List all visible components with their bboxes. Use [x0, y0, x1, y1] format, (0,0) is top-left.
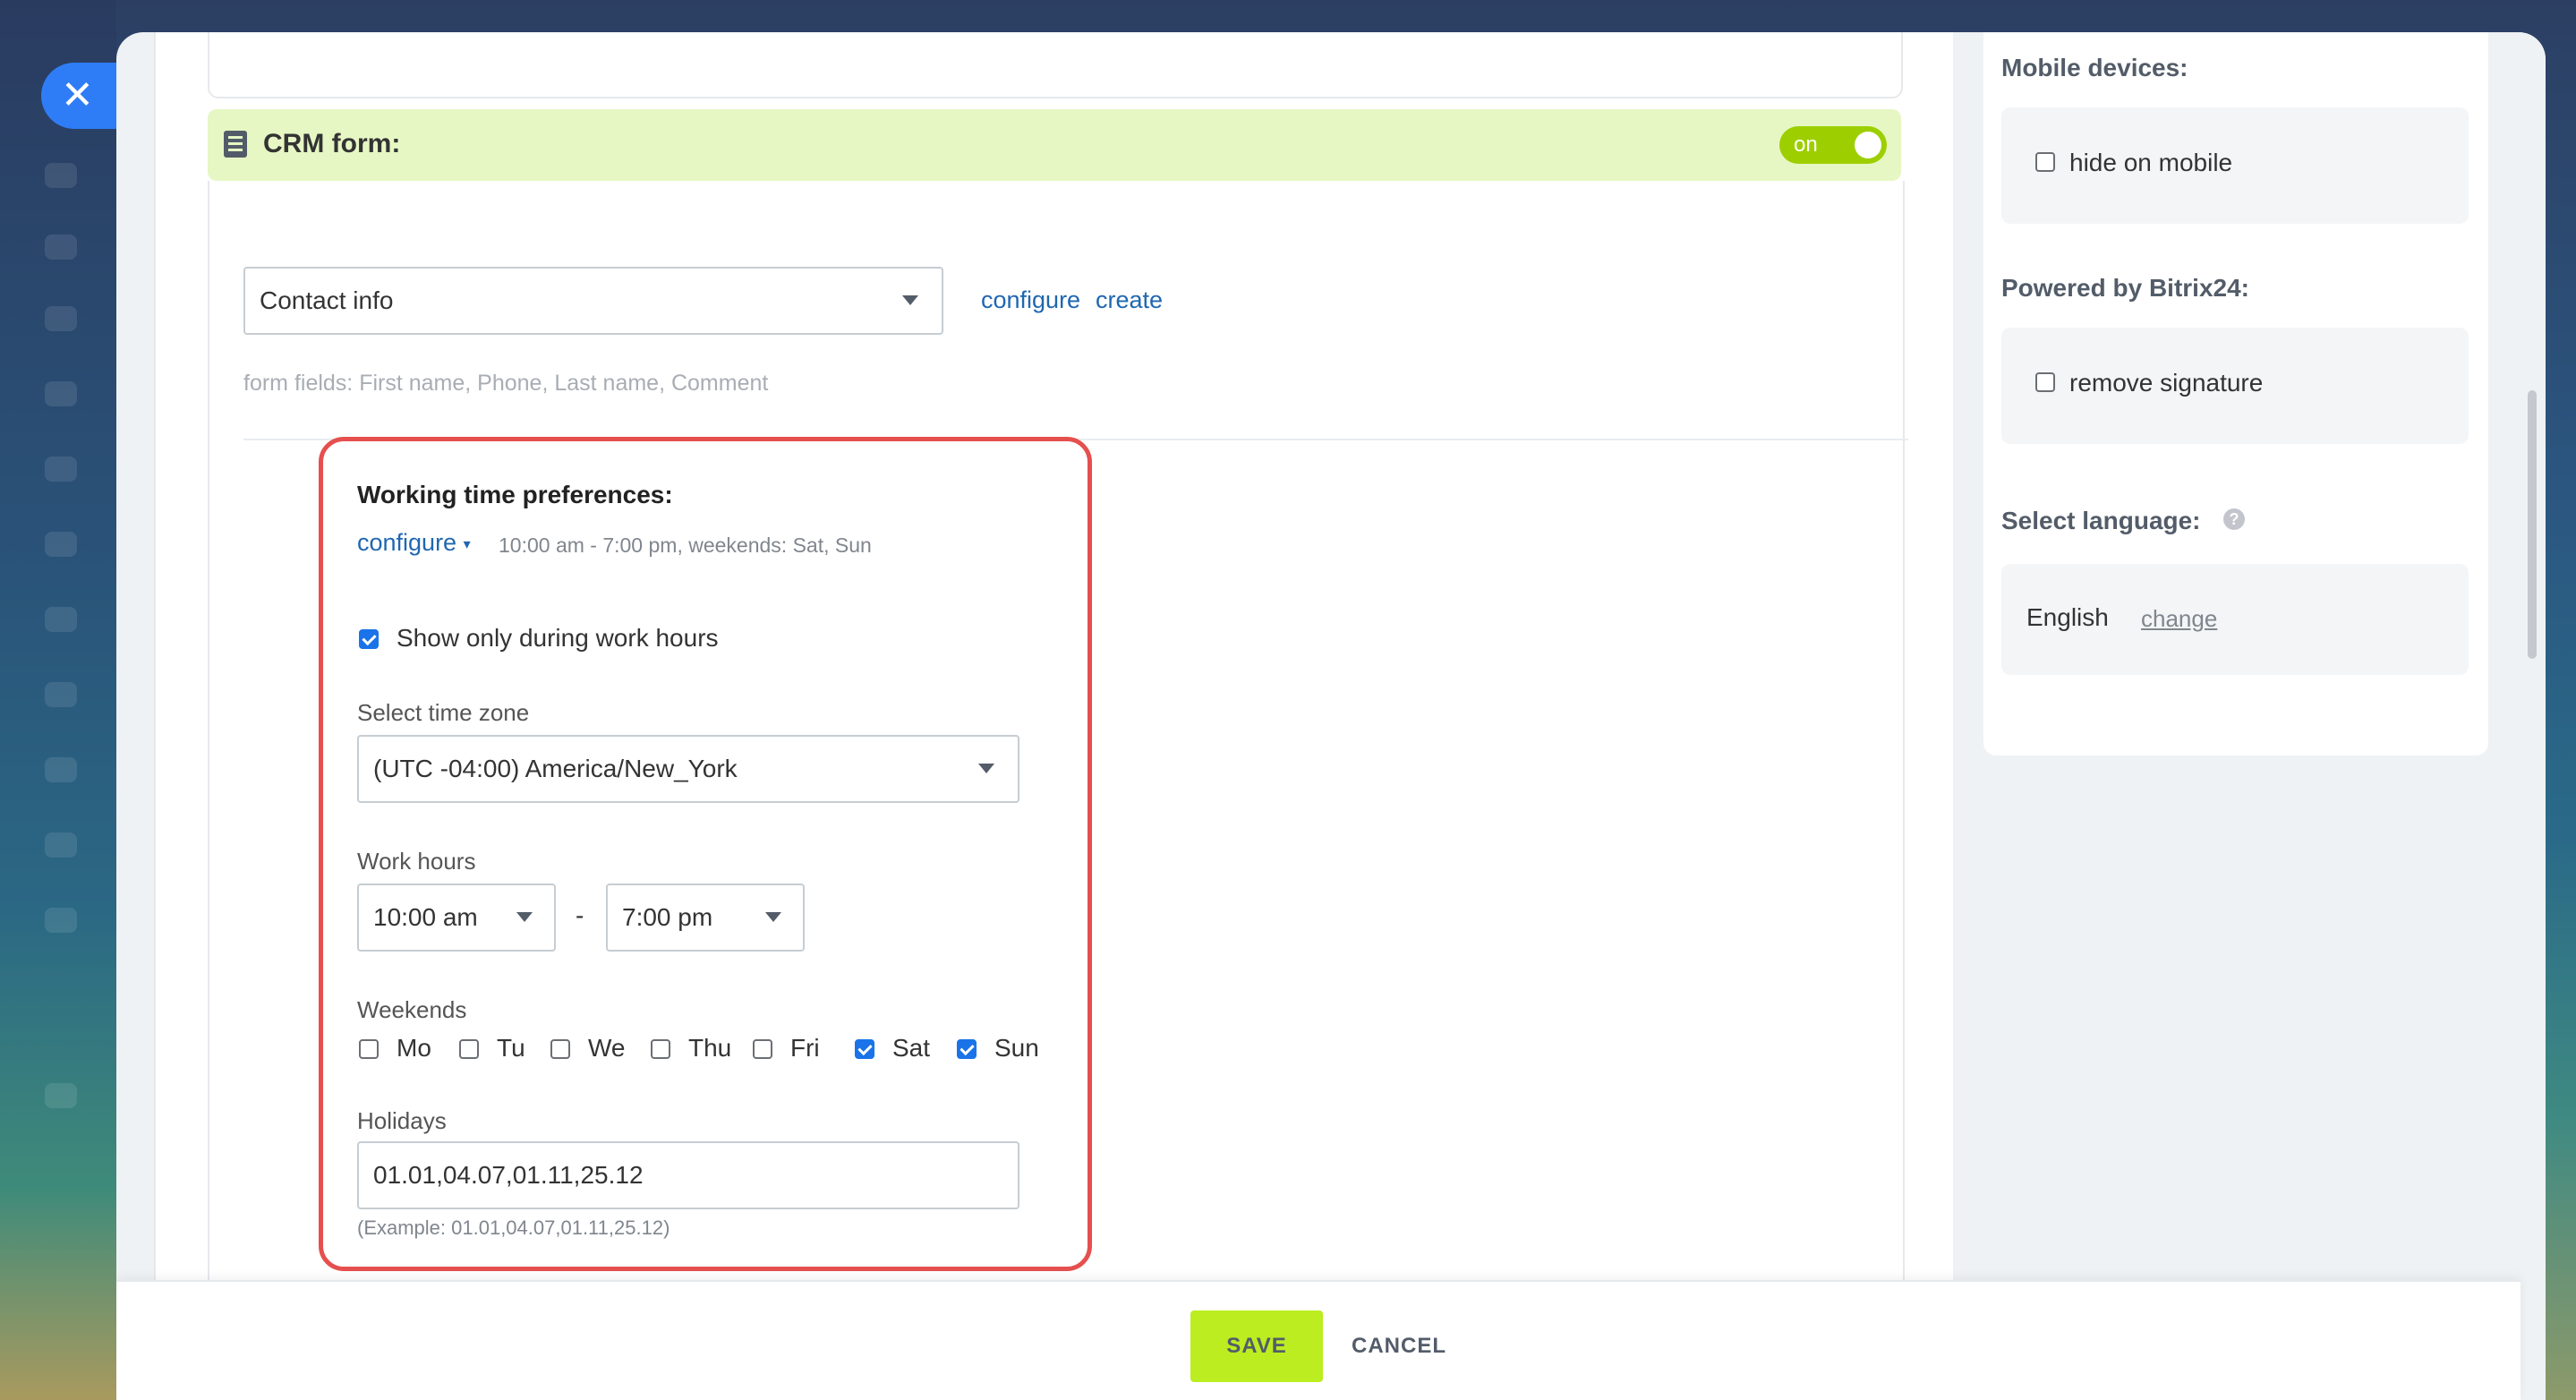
- work-hours-to-value: 7:00 pm: [622, 903, 713, 931]
- previous-section-card: [208, 32, 1903, 98]
- form-icon: [224, 131, 247, 158]
- chevron-down-icon: [902, 295, 918, 305]
- background-left-menu: [0, 0, 116, 1400]
- crm-create-link[interactable]: create: [1096, 286, 1163, 314]
- hide-on-mobile-label: hide on mobile: [2069, 149, 2233, 176]
- cancel-button[interactable]: CANCEL: [1352, 1310, 1446, 1382]
- work-hours-to-select[interactable]: 7:00 pm: [606, 884, 805, 952]
- working-time-configure-label: configure: [357, 529, 457, 556]
- help-icon[interactable]: ?: [2223, 508, 2245, 530]
- holidays-example: (Example: 01.01,04.07,01.11,25.12): [357, 1216, 670, 1239]
- menu-item-icon[interactable]: [45, 235, 77, 260]
- weekend-day-checkbox-tu[interactable]: [459, 1039, 479, 1059]
- footer-bar: SAVE CANCEL: [116, 1280, 2521, 1400]
- caret-down-icon: ▾: [463, 536, 471, 552]
- weekends-label: Weekends: [357, 996, 467, 1023]
- remove-signature-label: remove signature: [2069, 369, 2264, 397]
- weekend-day-checkbox-sat[interactable]: [855, 1039, 874, 1059]
- weekend-day-checkbox-fri[interactable]: [753, 1039, 772, 1059]
- close-slider-button[interactable]: ✕: [41, 63, 122, 129]
- menu-item-icon[interactable]: [45, 306, 77, 331]
- work-hours-from-select[interactable]: 10:00 am: [357, 884, 556, 952]
- menu-item-icon[interactable]: [45, 682, 77, 707]
- holidays-value: 01.01,04.07,01.11,25.12: [373, 1161, 644, 1189]
- work-hours-separator: -: [576, 901, 584, 929]
- weekend-day-checkbox-thu[interactable]: [651, 1039, 670, 1059]
- crm-form-title: CRM form:: [263, 129, 401, 158]
- toggle-knob: [1855, 132, 1881, 158]
- crm-configure-link[interactable]: configure: [981, 286, 1080, 314]
- save-button[interactable]: SAVE: [1190, 1310, 1323, 1382]
- mobile-devices-title: Mobile devices:: [2001, 54, 2188, 81]
- mobile-devices-card: hide on mobile: [2001, 107, 2469, 224]
- language-value: English: [2026, 603, 2109, 631]
- work-hours-label: Work hours: [357, 848, 476, 875]
- weekend-day-label: Sun: [994, 1034, 1039, 1062]
- hide-on-mobile-checkbox[interactable]: [2035, 152, 2055, 172]
- weekend-days-row: Mo Tu We Thu Fri Sat Sun: [357, 1030, 1064, 1066]
- working-time-configure-link[interactable]: configure ▾: [357, 529, 471, 557]
- select-language-title: Select language:: [2001, 507, 2201, 534]
- weekend-day-label: Tu: [497, 1034, 525, 1062]
- menu-item-icon[interactable]: [45, 832, 77, 858]
- menu-item-icon[interactable]: [45, 908, 77, 933]
- timezone-value: (UTC -04:00) America/New_York: [373, 755, 738, 782]
- show-only-work-hours-label: Show only during work hours: [397, 624, 719, 652]
- crm-form-select[interactable]: Contact info: [243, 267, 943, 335]
- menu-item-icon[interactable]: [45, 1083, 77, 1108]
- menu-item-icon[interactable]: [45, 532, 77, 557]
- weekend-day-label: Mo: [397, 1034, 431, 1062]
- weekend-day-label: Sat: [892, 1034, 931, 1062]
- timezone-label: Select time zone: [357, 699, 530, 726]
- chevron-down-icon: [516, 912, 533, 922]
- menu-item-icon[interactable]: [45, 381, 77, 406]
- weekend-day-checkbox-we[interactable]: [550, 1039, 570, 1059]
- powered-by-card: remove signature: [2001, 328, 2469, 444]
- crm-form-select-value: Contact info: [260, 286, 394, 314]
- weekend-day-label: Thu: [688, 1034, 732, 1062]
- close-icon: ✕: [61, 73, 94, 117]
- show-only-work-hours-checkbox[interactable]: [359, 629, 379, 649]
- remove-signature-checkbox[interactable]: [2035, 372, 2055, 392]
- chevron-down-icon: [765, 912, 781, 922]
- working-time-highlight-box: Working time preferences: configure ▾ 10…: [319, 437, 1092, 1271]
- work-hours-from-value: 10:00 am: [373, 903, 478, 931]
- holidays-input[interactable]: 01.01,04.07,01.11,25.12: [357, 1141, 1019, 1209]
- weekend-day-label: We: [588, 1034, 626, 1062]
- change-language-link[interactable]: change: [2141, 605, 2217, 633]
- menu-item-icon[interactable]: [45, 607, 77, 632]
- working-time-title: Working time preferences:: [357, 481, 673, 508]
- powered-by-title: Powered by Bitrix24:: [2001, 274, 2249, 302]
- menu-item-icon[interactable]: [45, 757, 77, 782]
- settings-slider: CRM form: on Contact info configure crea…: [116, 32, 2546, 1400]
- form-fields-hint: form fields: First name, Phone, Last nam…: [243, 371, 769, 396]
- holidays-label: Holidays: [357, 1107, 447, 1134]
- crm-form-header: CRM form: on: [208, 109, 1901, 181]
- crm-form-toggle[interactable]: on: [1779, 126, 1887, 164]
- timezone-select[interactable]: (UTC -04:00) America/New_York: [357, 735, 1019, 803]
- scrollbar[interactable]: [2528, 390, 2537, 659]
- chevron-down-icon: [978, 764, 994, 773]
- working-time-summary: 10:00 am - 7:00 pm, weekends: Sat, Sun: [499, 534, 872, 557]
- language-card: English change: [2001, 564, 2469, 675]
- weekend-day-label: Fri: [790, 1034, 820, 1062]
- toggle-label: on: [1794, 132, 1818, 157]
- weekend-day-checkbox-sun[interactable]: [957, 1039, 977, 1059]
- menu-item-icon[interactable]: [45, 457, 77, 482]
- menu-item-icon[interactable]: [45, 163, 77, 188]
- weekend-day-checkbox-mo[interactable]: [359, 1039, 379, 1059]
